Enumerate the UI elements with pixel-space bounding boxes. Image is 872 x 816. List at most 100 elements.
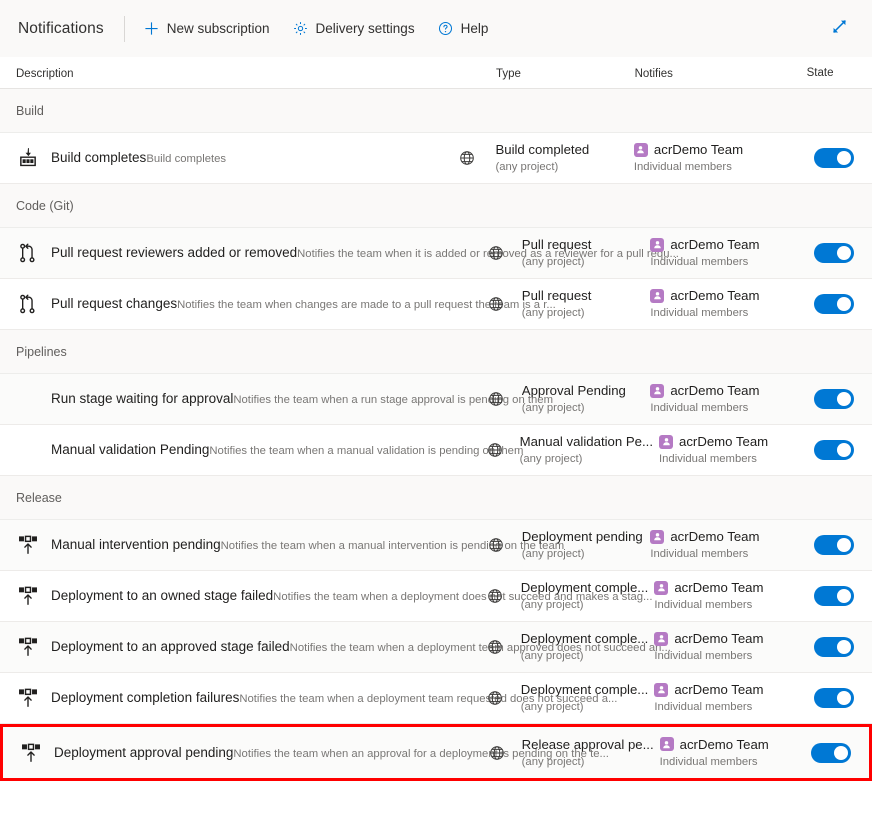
cell-description: Deployment to an owned stage failedNotif…	[0, 584, 652, 608]
release-icon	[16, 584, 40, 608]
row-subtitle: Build completes	[146, 153, 227, 165]
state-toggle[interactable]	[814, 148, 855, 168]
section-header: Build	[0, 89, 872, 133]
cell-state	[808, 440, 872, 460]
toggle-knob	[837, 297, 851, 311]
type-scope: (any project)	[521, 402, 585, 414]
toggle-knob	[837, 589, 851, 603]
row-title: Deployment to an owned stage failed	[51, 588, 274, 603]
team-avatar-icon	[659, 737, 674, 751]
team-avatar-icon	[650, 383, 665, 398]
pull-request-icon	[16, 241, 40, 265]
notifies-name: acrDemo Team	[670, 529, 760, 544]
cell-scope	[439, 150, 495, 166]
cell-scope	[470, 639, 521, 655]
state-toggle[interactable]	[814, 586, 854, 606]
toggle-knob	[837, 151, 852, 165]
release-icon	[16, 635, 40, 659]
type-scope: (any project)	[520, 599, 584, 611]
cell-scope	[470, 588, 521, 604]
cell-description: Manual validation PendingNotifies the te…	[0, 438, 523, 462]
column-header-type: Type	[495, 67, 521, 80]
new-subscription-button[interactable]: New subscription	[143, 20, 270, 37]
cell-notifies: acrDemo Team Individual members	[650, 528, 805, 562]
cell-description: Pull request changesNotifies the team wh…	[0, 292, 556, 316]
notifies-sub: Individual members	[654, 701, 753, 713]
cell-type: Manual validation Pe... (any project)	[520, 433, 659, 467]
help-circle-icon	[437, 20, 454, 37]
toggle-knob	[837, 246, 851, 260]
state-toggle[interactable]	[814, 294, 854, 314]
help-label: Help	[460, 21, 489, 36]
team-avatar-icon	[650, 237, 665, 252]
toolbar-divider	[123, 15, 125, 42]
table-row[interactable]: Pull request changesNotifies the team wh…	[0, 279, 872, 330]
section-title: Build	[16, 103, 44, 118]
table-row[interactable]: Manual intervention pendingNotifies the …	[0, 520, 872, 571]
cell-type: Deployment comple... (any project)	[521, 579, 655, 613]
table-row[interactable]: Build completesBuild completes Build comp…	[0, 133, 872, 184]
expand-button[interactable]	[822, 12, 856, 46]
notifies-sub: Individual members	[650, 307, 749, 319]
cell-type: Build completed (any project)	[495, 141, 633, 175]
cell-state	[806, 535, 872, 555]
cell-scope	[470, 537, 522, 553]
help-button[interactable]: Help	[437, 20, 489, 37]
state-toggle[interactable]	[814, 688, 854, 708]
gear-icon	[292, 20, 309, 37]
delivery-settings-button[interactable]: Delivery settings	[292, 20, 415, 37]
section-title: Code (Git)	[16, 198, 74, 213]
notifies-sub: Individual members	[633, 161, 732, 173]
table-row[interactable]: Deployment to an owned stage failedNotif…	[0, 571, 872, 622]
cell-state	[807, 637, 872, 657]
toggle-knob	[837, 691, 851, 705]
section-title: Release	[16, 490, 62, 505]
cell-type: Pull request (any project)	[522, 287, 651, 321]
globe-icon	[487, 690, 503, 706]
release-icon	[19, 741, 43, 765]
type-scope: (any project)	[521, 755, 585, 768]
cell-description: Deployment to an approved stage failedNo…	[0, 635, 671, 659]
type-value: Deployment comple...	[520, 631, 649, 646]
section-header: Code (Git)	[0, 184, 872, 228]
globe-icon	[487, 639, 503, 655]
cell-state	[802, 148, 872, 168]
cell-scope	[470, 690, 521, 706]
table-row[interactable]: Manual validation PendingNotifies the te…	[0, 425, 872, 476]
cell-description: Deployment approval pendingNotifies the …	[3, 741, 609, 765]
notifies-sub: Individual members	[659, 453, 757, 465]
toggle-knob	[837, 538, 851, 552]
cell-scope	[470, 296, 522, 312]
type-scope: (any project)	[519, 453, 583, 465]
cell-scope	[470, 391, 522, 407]
notifies-name: acrDemo Team	[653, 142, 744, 157]
table-row[interactable]: Deployment completion failuresNotifies t…	[0, 673, 872, 724]
team-avatar-icon	[659, 434, 673, 449]
cell-notifies: acrDemo Team Individual members	[633, 141, 802, 175]
notifies-name: acrDemo Team	[679, 434, 769, 449]
state-toggle[interactable]	[814, 637, 854, 657]
table-row[interactable]: Run stage waiting for approvalNotifies t…	[0, 374, 872, 425]
row-title: Manual intervention pending	[51, 537, 221, 552]
cell-type: Deployment pending (any project)	[522, 528, 651, 562]
row-title: Pull request reviewers added or removed	[51, 245, 298, 260]
plus-icon	[143, 20, 160, 37]
type-scope: (any project)	[520, 650, 584, 662]
table-row[interactable]: Pull request reviewers added or removedN…	[0, 228, 872, 279]
globe-icon	[489, 745, 505, 761]
team-avatar-icon	[654, 631, 669, 646]
state-toggle[interactable]	[811, 742, 851, 763]
table-header-row: Description Type Notifies State	[0, 57, 872, 89]
state-toggle[interactable]	[814, 243, 854, 263]
state-toggle[interactable]	[814, 389, 854, 409]
table-row[interactable]: Deployment to an approved stage failedNo…	[0, 622, 872, 673]
state-toggle[interactable]	[814, 440, 854, 460]
column-header-description: Description	[16, 67, 74, 80]
section-title: Pipelines	[16, 344, 67, 359]
type-scope: (any project)	[521, 307, 585, 319]
table-row[interactable]: Deployment approval pendingNotifies the …	[3, 727, 869, 778]
type-scope: (any project)	[521, 256, 585, 268]
type-value: Pull request	[521, 237, 592, 252]
state-toggle[interactable]	[814, 535, 854, 555]
row-title: Manual validation Pending	[51, 442, 210, 457]
